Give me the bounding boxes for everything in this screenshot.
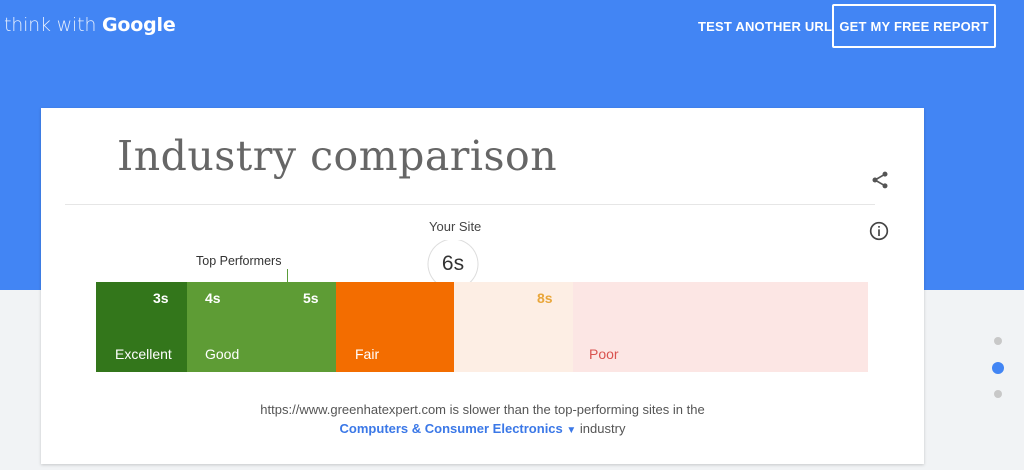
pagination-dot-2-active[interactable] — [992, 362, 1004, 374]
comparison-description: https://www.greenhatexpert.com is slower… — [260, 402, 705, 417]
pagination-dot-1[interactable] — [994, 337, 1002, 345]
industry-suffix: industry — [579, 421, 626, 436]
segment-slow — [454, 282, 573, 372]
tick-label-3s: 3s — [153, 290, 169, 306]
category-good: Good — [205, 346, 240, 362]
industry-dropdown[interactable]: Computers & Consumer Electronics — [340, 421, 563, 436]
category-poor: Poor — [589, 346, 619, 362]
category-excellent: Excellent — [115, 346, 172, 362]
info-icon[interactable] — [869, 221, 889, 241]
top-performers-label: Top Performers — [196, 254, 282, 268]
industry-comparison-card: Industry comparison Your Site 6s Top Per… — [41, 108, 924, 464]
tick-label-5s: 5s — [303, 290, 319, 306]
divider — [65, 204, 875, 205]
share-icon[interactable] — [870, 170, 890, 190]
test-another-url-link[interactable]: TEST ANOTHER URL — [698, 19, 832, 34]
pagination-dot-3[interactable] — [994, 390, 1002, 398]
page-title: Industry comparison — [117, 132, 558, 180]
your-site-value: 6s — [441, 252, 465, 275]
caret-down-icon[interactable]: ▼ — [566, 425, 576, 436]
category-fair: Fair — [355, 346, 380, 362]
tick-label-4s: 4s — [205, 290, 221, 306]
get-free-report-button[interactable]: GET MY FREE REPORT — [832, 4, 996, 48]
industry-line: Computers & Consumer Electronics ▼ indus… — [41, 421, 924, 436]
your-site-label: Your Site — [429, 219, 482, 234]
top-performers-tick — [287, 269, 288, 283]
think-with-google-logo[interactable]: think with Google — [4, 14, 176, 36]
segment-fair — [336, 282, 454, 372]
tick-label-8s: 8s — [537, 290, 553, 306]
